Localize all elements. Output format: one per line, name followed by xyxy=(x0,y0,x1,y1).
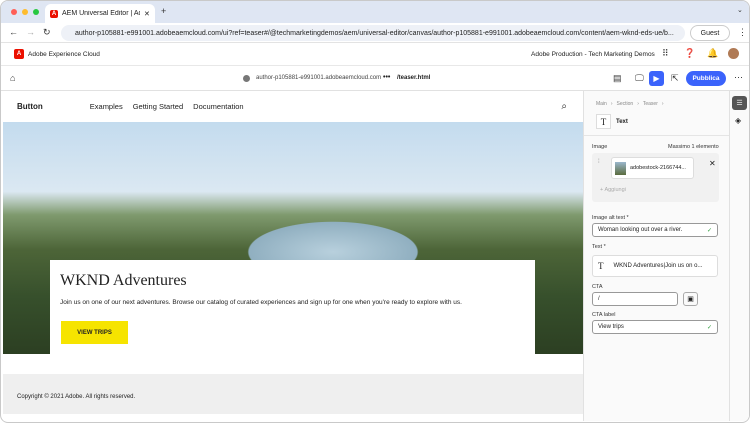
browser-menu-icon[interactable]: ⋮ xyxy=(738,27,747,38)
remove-image-icon[interactable]: ✕ xyxy=(709,159,716,168)
forward-icon[interactable]: → xyxy=(26,27,35,37)
drag-handle-icon[interactable]: ⁞ xyxy=(598,159,600,165)
alt-text-label-text: Image alt text xyxy=(592,215,626,221)
publish-button[interactable]: Pubblica xyxy=(686,71,726,86)
help-icon[interactable]: ❓ xyxy=(684,48,695,59)
more-options-icon[interactable]: ⋯ xyxy=(734,72,743,83)
tab-menu-icon[interactable]: ⌄ xyxy=(737,6,743,14)
add-label: Aggiungi xyxy=(604,187,626,193)
site-footer: Copyright © 2021 Adobe. All rights reser… xyxy=(3,374,583,414)
experience-cloud-header: A Adobe Experience Cloud Adobe Productio… xyxy=(1,43,749,66)
properties-panel: Main › Section › Teaser › T Text Image Massim… xyxy=(583,91,729,421)
layers-tab-icon[interactable]: ◈ xyxy=(735,116,741,125)
nav-link-getting-started[interactable]: Getting Started xyxy=(133,102,183,111)
view-trips-button[interactable]: VIEW TRIPS xyxy=(61,321,128,344)
valid-check-icon: ✓ xyxy=(706,227,712,234)
editor-canvas[interactable]: Button Examples Getting Started Document… xyxy=(3,91,583,421)
search-icon[interactable]: ⌕ xyxy=(561,101,567,112)
teaser-title[interactable]: WKND Adventures xyxy=(60,272,525,290)
more-host-options-button[interactable]: ••• xyxy=(383,74,390,81)
browse-link-button[interactable]: ▣ xyxy=(683,292,698,306)
alt-text-label: Image alt text * xyxy=(592,215,629,221)
breadcrumb-main[interactable]: Main xyxy=(596,101,607,107)
minimize-window-button[interactable] xyxy=(22,9,28,15)
adobe-logo-icon: A xyxy=(14,49,24,59)
guest-profile-button[interactable]: Guest xyxy=(690,25,730,41)
properties-icon[interactable]: ▤ xyxy=(613,73,622,84)
image-max-hint: Massimo 1 elemento xyxy=(668,144,719,150)
editor-toolbar: ⌂ author-p105881-e991001.adobeaemcloud.c… xyxy=(1,66,749,91)
avatar[interactable] xyxy=(728,48,739,59)
image-thumbnail xyxy=(615,161,626,175)
preview-play-button[interactable]: ▶ xyxy=(649,71,664,86)
text-label-text: Text xyxy=(592,244,603,250)
add-image-button[interactable]: + Aggiungi xyxy=(600,187,626,193)
image-filename: adobestock-2166744... xyxy=(630,165,686,171)
close-tab-icon[interactable]: ✕ xyxy=(144,10,150,18)
nav-link-documentation[interactable]: Documentation xyxy=(193,102,243,111)
breadcrumb-section[interactable]: Section xyxy=(617,101,634,107)
brand-name[interactable]: Adobe Experience Cloud xyxy=(28,51,100,58)
image-item[interactable]: adobestock-2166744... xyxy=(611,157,694,179)
back-icon[interactable]: ← xyxy=(9,27,18,37)
adobe-logo-icon: A xyxy=(50,9,58,18)
url-input[interactable]: author-p105881-e991001.adobeaemcloud.com… xyxy=(61,25,685,41)
globe-icon xyxy=(243,75,250,82)
teaser-text[interactable]: Join us on one of our next adventures. B… xyxy=(60,299,525,306)
copyright-text: Copyright © 2021 Adobe. All rights reser… xyxy=(17,394,136,400)
maximize-window-button[interactable] xyxy=(33,9,39,15)
close-window-button[interactable] xyxy=(11,9,17,15)
component-name: Text xyxy=(616,119,628,125)
text-component-icon: T xyxy=(596,114,611,129)
address-bar-row: ← → ↻ author-p105881-e991001.adobeaemclo… xyxy=(1,23,749,43)
right-rail: ☰ ◈ xyxy=(729,91,749,421)
tab-title: AEM Universal Editor | Adobe xyxy=(62,10,140,17)
home-icon[interactable]: ⌂ xyxy=(10,73,15,83)
properties-tab-icon[interactable]: ☰ xyxy=(732,96,747,110)
reload-icon[interactable]: ↻ xyxy=(43,27,51,38)
host-label: author-p105881-e991001.adobeaemcloud.com xyxy=(256,75,382,81)
teaser-card[interactable]: WKND Adventures Join us on one of our ne… xyxy=(50,260,535,375)
image-label: Image xyxy=(592,144,608,150)
desktop-preview-icon[interactable]: 🖵 xyxy=(635,73,644,84)
site-nav: Button Examples Getting Started Document… xyxy=(3,91,583,122)
alt-text-value: Woman looking out over a river. xyxy=(598,227,683,233)
image-multifield: ⁞ adobestock-2166744... ✕ + Aggiungi xyxy=(592,153,719,202)
notifications-bell-icon[interactable]: 🔔 xyxy=(707,48,718,59)
text-type-icon: T xyxy=(598,261,604,271)
cta-value: / xyxy=(598,296,600,302)
org-switcher[interactable]: Adobe Production - Tech Marketing Demos xyxy=(531,51,655,58)
cta-input[interactable]: / xyxy=(592,292,678,306)
cta-label: CTA xyxy=(592,284,603,290)
site-logo[interactable]: Button xyxy=(17,102,43,111)
cta-label-input[interactable]: View trips ✓ xyxy=(592,320,718,334)
alt-text-input[interactable]: Woman looking out over a river. ✓ xyxy=(592,223,718,237)
nav-link-examples[interactable]: Examples xyxy=(90,102,123,111)
browser-tab-bar: A AEM Universal Editor | Adobe ✕ + ⌄ xyxy=(1,1,749,23)
valid-check-icon: ✓ xyxy=(706,324,712,331)
browser-tab[interactable]: A AEM Universal Editor | Adobe ✕ xyxy=(45,4,155,23)
text-field[interactable]: T WKND Adventures|Join us on o... xyxy=(592,255,718,277)
open-in-new-icon[interactable]: ⇱ xyxy=(671,73,679,84)
apps-grid-icon[interactable]: ⠿ xyxy=(662,48,669,59)
guest-label: Guest xyxy=(700,29,720,37)
breadcrumb-teaser[interactable]: Teaser xyxy=(643,101,658,107)
cta-label-label: CTA label xyxy=(592,312,616,318)
text-label: Text * xyxy=(592,244,606,250)
breadcrumb: Main › Section › Teaser › xyxy=(596,101,664,107)
text-value: WKND Adventures|Join us on o... xyxy=(613,263,703,269)
page-path: /teaser.html xyxy=(397,75,431,81)
url-text: author-p105881-e991001.adobeaemcloud.com… xyxy=(75,29,674,37)
new-tab-icon[interactable]: + xyxy=(161,6,166,16)
cta-label-value: View trips xyxy=(598,324,624,330)
